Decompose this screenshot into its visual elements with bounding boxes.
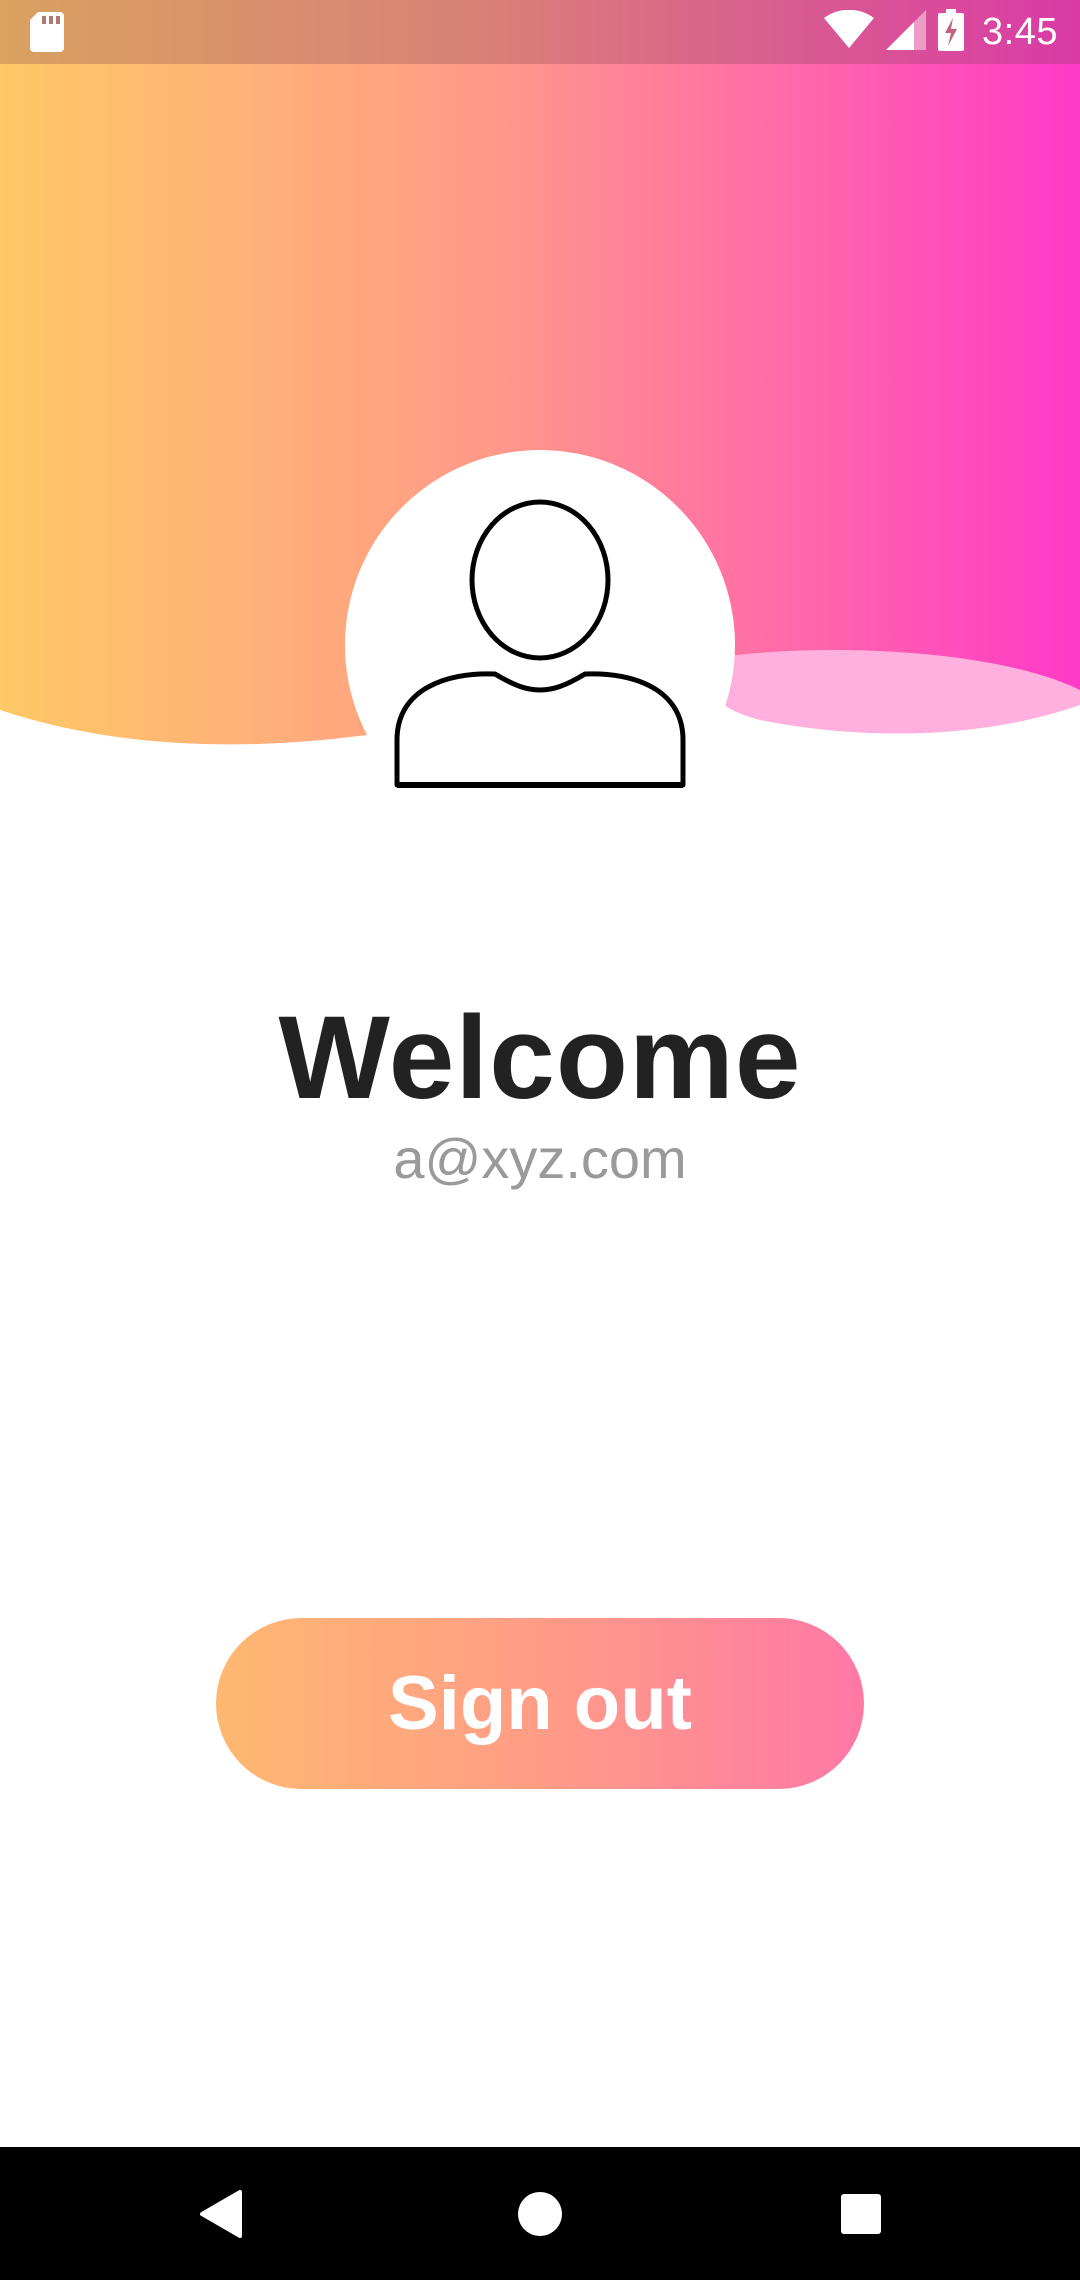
status-icons: 3:45	[824, 8, 1058, 56]
status-time: 3:45	[982, 10, 1058, 53]
cell-signal-icon	[886, 9, 927, 55]
screen: 3:45 Welcome a@xyz.com Sign out	[0, 0, 1080, 2280]
person-icon	[394, 499, 686, 788]
sd-card-icon	[30, 12, 64, 57]
home-icon[interactable]	[473, 2147, 606, 2280]
back-icon[interactable]	[154, 2147, 287, 2280]
status-bar: 3:45	[0, 0, 1080, 64]
wifi-icon	[824, 9, 875, 55]
navigation-bar	[0, 2147, 1080, 2280]
battery-charging-icon	[938, 8, 965, 56]
welcome-title: Welcome	[278, 992, 802, 1124]
recents-icon[interactable]	[794, 2147, 927, 2280]
sign-out-button[interactable]: Sign out	[216, 1618, 864, 1789]
avatar	[345, 450, 735, 840]
user-email: a@xyz.com	[393, 1127, 687, 1190]
